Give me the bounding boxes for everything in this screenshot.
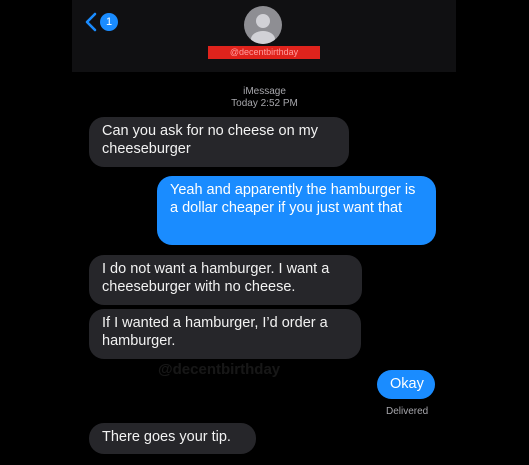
chevron-left-icon — [85, 12, 97, 32]
message-bubble-incoming[interactable]: I do not want a hamburger. I want a chee… — [89, 255, 362, 305]
message-bubble-incoming[interactable]: If I wanted a hamburger, I’d order a ham… — [89, 309, 361, 359]
conversation-timestamp: Today 2:52 PM — [231, 98, 298, 109]
message-bubble-incoming[interactable]: There goes your tip. — [89, 423, 256, 454]
back-button[interactable]: 1 — [84, 9, 128, 35]
delivered-status: Delivered — [386, 406, 429, 417]
service-label: iMessage — [243, 86, 286, 97]
messages-screen: 1 @decentbirthday iMessage Today 2:52 PM… — [0, 0, 529, 465]
message-bubble-incoming[interactable]: Can you ask for no cheese on my cheesebu… — [89, 117, 349, 167]
watermark: @decentbirthday — [158, 361, 281, 378]
contact-name[interactable]: @decentbirthday — [208, 46, 320, 59]
person-silhouette-icon — [251, 14, 275, 44]
contact-avatar[interactable] — [244, 6, 282, 44]
message-bubble-outgoing[interactable]: Yeah and apparently the hamburger is a d… — [157, 176, 436, 245]
unread-count-badge: 1 — [100, 13, 118, 31]
message-bubble-outgoing[interactable]: Okay — [377, 370, 435, 399]
conversation-header: 1 @decentbirthday — [72, 0, 456, 72]
